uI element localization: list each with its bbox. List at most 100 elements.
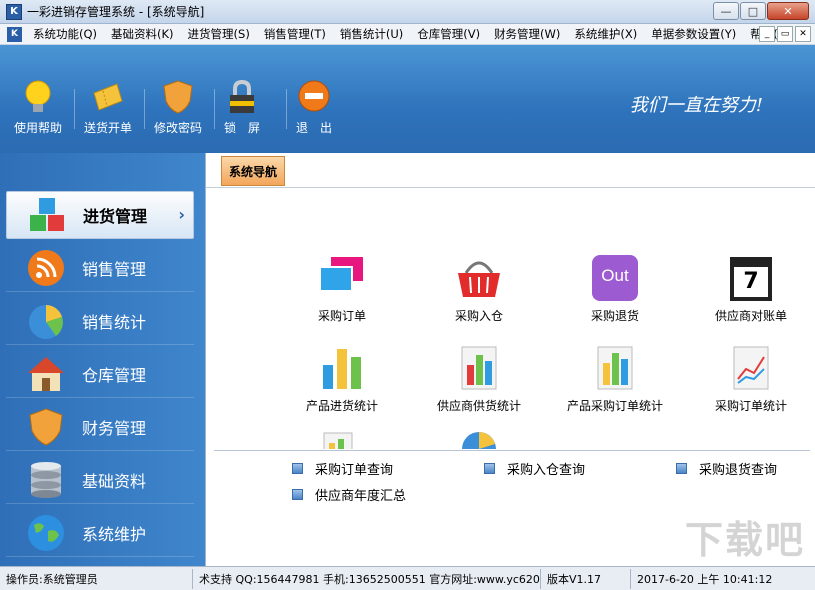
title-bar: K 一彩进销存管理系统 - [系统导航] — □ ✕ <box>0 0 815 24</box>
status-operator: 操作员:系统管理员 <box>0 568 193 589</box>
report-chart-icon[interactable] <box>320 431 356 449</box>
tab-system-navigation[interactable]: 系统导航 <box>221 156 285 186</box>
sidebar-item-label: 销售管理 <box>82 259 147 279</box>
sidebar-item-label: 进货管理 <box>83 207 148 226</box>
minimize-button[interactable]: — <box>713 2 739 20</box>
help-tool-label: 使用帮助 <box>14 121 63 135</box>
lock-icon <box>225 79 259 115</box>
main-panel: 系统导航 采购订单 采购入仓 Out 采购退货 7 供应商对账单 产品进货统计 <box>205 153 815 566</box>
tab-divider <box>206 187 815 188</box>
sidebar-item-sales[interactable]: 销售管理 <box>6 244 194 292</box>
supplier-annual-summary-link[interactable]: 供应商年度汇总 <box>292 485 406 504</box>
mdi-minimize-button[interactable]: _ <box>759 26 775 42</box>
square-bullet-icon <box>292 489 303 500</box>
mdi-close-button[interactable]: ✕ <box>795 26 811 42</box>
sidebar-item-finance[interactable]: 财务管理 <box>6 403 194 451</box>
purchase-warehousing-button[interactable]: 采购入仓 <box>404 253 554 324</box>
sidebar-item-label: 基础资料 <box>82 471 147 491</box>
square-bullet-icon <box>484 463 495 474</box>
menu-warehouse[interactable]: 仓库管理(V) <box>410 26 487 42</box>
menu-basic-data[interactable]: 基础资料(K) <box>104 26 181 42</box>
menu-maintenance[interactable]: 系统维护(X) <box>567 26 644 42</box>
pie-chart-icon[interactable] <box>459 429 499 449</box>
rss-icon <box>26 248 66 288</box>
status-support: 术支持 QQ:156447981 手机:13652500551 官方网址:www… <box>193 568 541 589</box>
sidebar-item-maintenance[interactable]: 系统维护 <box>6 509 194 557</box>
section-divider <box>214 450 810 451</box>
ticket-icon <box>91 79 125 115</box>
toolbar-divider <box>286 89 287 129</box>
menu-sales-stats[interactable]: 销售统计(U) <box>333 26 410 42</box>
purchase-order-stats-button[interactable]: 采购订单统计 <box>676 343 815 414</box>
grid-item-label: 产品进货统计 <box>305 399 378 413</box>
house-icon <box>26 354 66 394</box>
blocks-icon <box>27 195 67 235</box>
delivery-tool-button[interactable]: 送货开单 <box>84 79 132 136</box>
basket-icon <box>454 253 504 303</box>
menu-doc-params[interactable]: 单据参数设置(Y) <box>644 26 743 42</box>
database-icon <box>26 460 66 500</box>
report-chart-icon <box>454 343 504 393</box>
menu-system-functions[interactable]: 系统功能(Q) <box>26 26 104 42</box>
status-datetime: 2017-6-20 上午 10:41:12 <box>637 572 773 586</box>
toolbar-divider <box>74 89 75 129</box>
supplier-supply-stats-button[interactable]: 供应商供货统计 <box>404 343 554 414</box>
purchase-return-button[interactable]: Out 采购退货 <box>540 253 690 324</box>
product-order-stats-button[interactable]: 产品采购订单统计 <box>540 343 690 414</box>
report-chart-icon <box>590 343 640 393</box>
query-label: 供应商年度汇总 <box>315 489 407 504</box>
sidebar-item-label: 仓库管理 <box>82 365 147 385</box>
sidebar: 进货管理 › 销售管理 销售统计 仓库管理 财务管理 基础资料 系统维护 <box>0 153 205 566</box>
sidebar-item-warehouse[interactable]: 仓库管理 <box>6 350 194 398</box>
maximize-button[interactable]: □ <box>740 2 766 20</box>
query-label: 采购订单查询 <box>315 463 394 478</box>
password-tool-label: 修改密码 <box>154 121 203 135</box>
close-button[interactable]: ✕ <box>767 2 809 20</box>
help-tool-button[interactable]: 使用帮助 <box>14 79 62 136</box>
mdi-controls: _ ▭ ✕ <box>757 26 811 42</box>
status-version: 版本V1.17 <box>541 568 631 589</box>
menu-purchase[interactable]: 进货管理(S) <box>181 26 257 42</box>
sidebar-item-purchase[interactable]: 进货管理 › <box>6 191 194 239</box>
square-bullet-icon <box>676 463 687 474</box>
status-bar: 操作员:系统管理员 术支持 QQ:156447981 手机:1365250055… <box>0 566 815 590</box>
windows-icon <box>317 253 367 303</box>
grid-item-label: 采购退货 <box>590 309 639 323</box>
mdi-restore-button[interactable]: ▭ <box>777 26 793 42</box>
product-purchase-stats-button[interactable]: 产品进货统计 <box>267 343 417 414</box>
purchase-return-query-link[interactable]: 采购退货查询 <box>676 459 777 478</box>
out-icon-label: Out <box>601 266 629 285</box>
password-tool-button[interactable]: 修改密码 <box>154 79 202 136</box>
window-controls: — □ ✕ <box>712 2 809 20</box>
menu-finance[interactable]: 财务管理(W) <box>487 26 567 42</box>
menu-app-icon[interactable]: K <box>7 26 22 42</box>
sidebar-item-basic-data[interactable]: 基础资料 <box>6 456 194 504</box>
purchase-warehousing-query-link[interactable]: 采购入仓查询 <box>484 459 585 478</box>
grid-item-label: 采购订单统计 <box>714 399 787 413</box>
menu-sales[interactable]: 销售管理(T) <box>257 26 333 42</box>
sidebar-item-sales-stats[interactable]: 销售统计 <box>6 297 194 345</box>
window-title: 一彩进销存管理系统 - [系统导航] <box>27 5 205 19</box>
lock-tool-label: 锁 屏 <box>224 121 261 135</box>
purchase-order-query-link[interactable]: 采购订单查询 <box>292 459 393 478</box>
bar-chart-icon <box>317 343 367 393</box>
query-label: 采购退货查询 <box>699 463 778 478</box>
sidebar-item-label: 财务管理 <box>82 418 147 438</box>
supplier-statement-button[interactable]: 7 供应商对账单 <box>676 253 815 324</box>
lock-tool-button[interactable]: 锁 屏 <box>224 79 260 136</box>
toolbar-divider <box>144 89 145 129</box>
grid-item-label: 采购订单 <box>317 309 366 323</box>
calendar-day: 7 <box>743 269 759 294</box>
app-icon: K <box>6 3 22 20</box>
exit-tool-button[interactable]: 退 出 <box>296 79 332 136</box>
chevron-right-icon: › <box>178 205 185 224</box>
toolbar: 使用帮助 送货开单 修改密码 锁 屏 退 出 我们一直在努力! <box>0 45 815 153</box>
calendar-icon: 7 <box>726 253 776 303</box>
exit-tool-label: 退 出 <box>296 121 333 135</box>
globe-icon <box>26 513 66 553</box>
menu-bar: K 系统功能(Q) 基础资料(K) 进货管理(S) 销售管理(T) 销售统计(U… <box>0 24 815 45</box>
exit-icon <box>297 79 331 115</box>
purchase-order-button[interactable]: 采购订单 <box>267 253 417 324</box>
shield-icon <box>26 407 66 447</box>
pie-chart-icon <box>26 301 66 341</box>
